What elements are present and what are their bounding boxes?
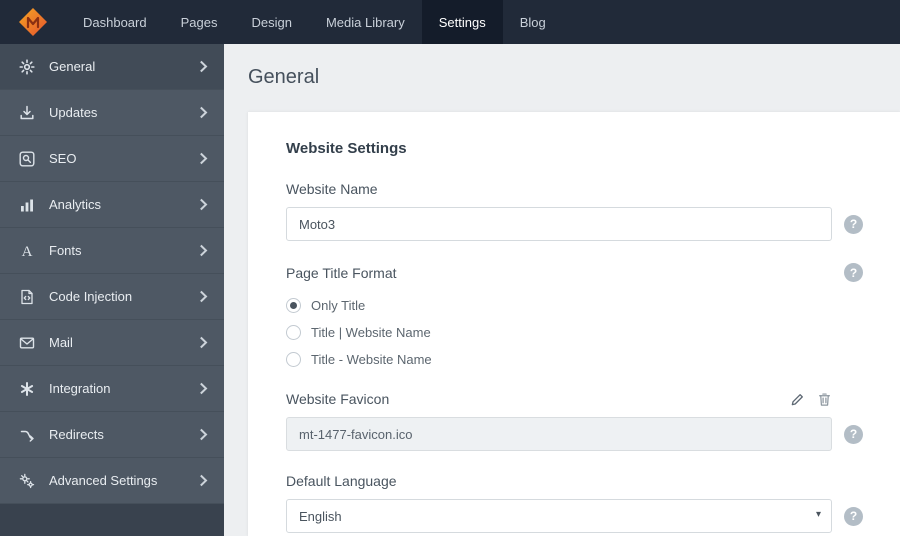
gears-icon <box>18 472 36 490</box>
nav-item-design[interactable]: Design <box>234 0 308 44</box>
chevron-right-icon <box>199 152 208 165</box>
sidebar-item-label: Mail <box>49 335 73 350</box>
nav-item-pages[interactable]: Pages <box>164 0 235 44</box>
chevron-right-icon <box>199 106 208 119</box>
radio-option-label: Title - Website Name <box>311 352 432 367</box>
edit-favicon-button[interactable] <box>790 392 805 407</box>
sidebar-item-label: Fonts <box>49 243 82 258</box>
app-logo[interactable] <box>0 0 66 44</box>
sidebar-item-label: Updates <box>49 105 98 120</box>
chevron-right-icon <box>199 428 208 441</box>
pencil-icon <box>791 393 803 405</box>
chevron-right-icon <box>199 290 208 303</box>
envelope-icon <box>18 334 36 352</box>
default-language-label: Default Language <box>286 473 397 489</box>
sidebar-item-analytics[interactable]: Analytics <box>0 182 224 228</box>
search-icon <box>18 150 36 168</box>
page-title-format-radio-group: Only Title Title | Website Name Title - … <box>286 292 900 373</box>
nav-item-blog[interactable]: Blog <box>503 0 563 44</box>
chevron-right-icon <box>199 198 208 211</box>
trash-icon <box>819 392 830 406</box>
sidebar-item-redirects[interactable]: Redirects <box>0 412 224 458</box>
help-icon[interactable]: ? <box>844 263 863 282</box>
bar-chart-icon <box>18 196 36 214</box>
sidebar-item-code-injection[interactable]: Code Injection <box>0 274 224 320</box>
default-language-select[interactable]: English <box>286 499 832 533</box>
radio-button-icon <box>286 325 301 340</box>
chevron-right-icon <box>199 474 208 487</box>
sidebar-item-label: General <box>49 59 96 74</box>
redirect-icon <box>18 426 36 444</box>
settings-app-window: Dashboard Pages Design Media Library Set… <box>0 0 900 536</box>
sidebar-item-general[interactable]: General <box>0 44 224 90</box>
nav-item-dashboard[interactable]: Dashboard <box>66 0 164 44</box>
general-settings-panel: Website Settings Website Name ? Page Tit… <box>248 112 900 536</box>
section-title: Website Settings <box>286 140 407 157</box>
sidebar-item-mail[interactable]: Mail <box>0 320 224 366</box>
sidebar-item-label: Redirects <box>49 427 104 442</box>
main-content-area: General Website Settings Website Name ? … <box>224 44 900 536</box>
top-nav-items: Dashboard Pages Design Media Library Set… <box>66 0 563 44</box>
radio-option-only-title[interactable]: Only Title <box>286 292 900 319</box>
code-file-icon <box>18 288 36 306</box>
nav-item-media-library[interactable]: Media Library <box>309 0 422 44</box>
chevron-right-icon <box>199 382 208 395</box>
website-name-input[interactable] <box>286 207 832 241</box>
download-icon <box>18 104 36 122</box>
sidebar-item-fonts[interactable]: A Fonts <box>0 228 224 274</box>
radio-option-label: Title | Website Name <box>311 325 431 340</box>
top-navigation-bar: Dashboard Pages Design Media Library Set… <box>0 0 900 44</box>
sidebar-item-integration[interactable]: Integration <box>0 366 224 412</box>
chevron-right-icon <box>199 336 208 349</box>
website-favicon-input[interactable] <box>286 417 832 451</box>
logo-diamond-icon <box>19 8 47 36</box>
sidebar-item-label: SEO <box>49 151 77 166</box>
sidebar-item-label: Code Injection <box>49 289 133 304</box>
sidebar-item-advanced-settings[interactable]: Advanced Settings <box>0 458 224 504</box>
sidebar-item-label: Analytics <box>49 197 102 212</box>
svg-text:A: A <box>22 244 33 259</box>
gear-icon <box>18 58 36 76</box>
help-icon[interactable]: ? <box>844 214 863 234</box>
delete-favicon-button[interactable] <box>817 392 832 407</box>
radio-option-label: Only Title <box>311 298 366 313</box>
page-title-format-label: Page Title Format <box>286 264 397 281</box>
nav-item-settings[interactable]: Settings <box>421 0 503 44</box>
settings-sidebar: General Updates SEO Analytics A Fonts Co… <box>0 44 224 536</box>
help-icon[interactable]: ? <box>844 424 863 444</box>
sidebar-item-label: Advanced Settings <box>49 473 158 488</box>
font-icon: A <box>18 242 36 260</box>
chevron-right-icon <box>199 244 208 257</box>
page-title: General <box>248 66 320 88</box>
radio-button-icon <box>286 352 301 367</box>
radio-option-title-dash-website-name[interactable]: Title - Website Name <box>286 346 900 373</box>
asterisk-icon <box>18 380 36 398</box>
radio-option-title-pipe-website-name[interactable]: Title | Website Name <box>286 319 900 346</box>
help-icon[interactable]: ? <box>844 506 863 526</box>
website-name-label: Website Name <box>286 181 378 197</box>
website-favicon-label: Website Favicon <box>286 391 390 407</box>
chevron-right-icon <box>199 60 208 73</box>
radio-button-icon <box>286 298 301 313</box>
sidebar-item-label: Integration <box>49 381 111 396</box>
sidebar-item-updates[interactable]: Updates <box>0 90 224 136</box>
sidebar-item-seo[interactable]: SEO <box>0 136 224 182</box>
